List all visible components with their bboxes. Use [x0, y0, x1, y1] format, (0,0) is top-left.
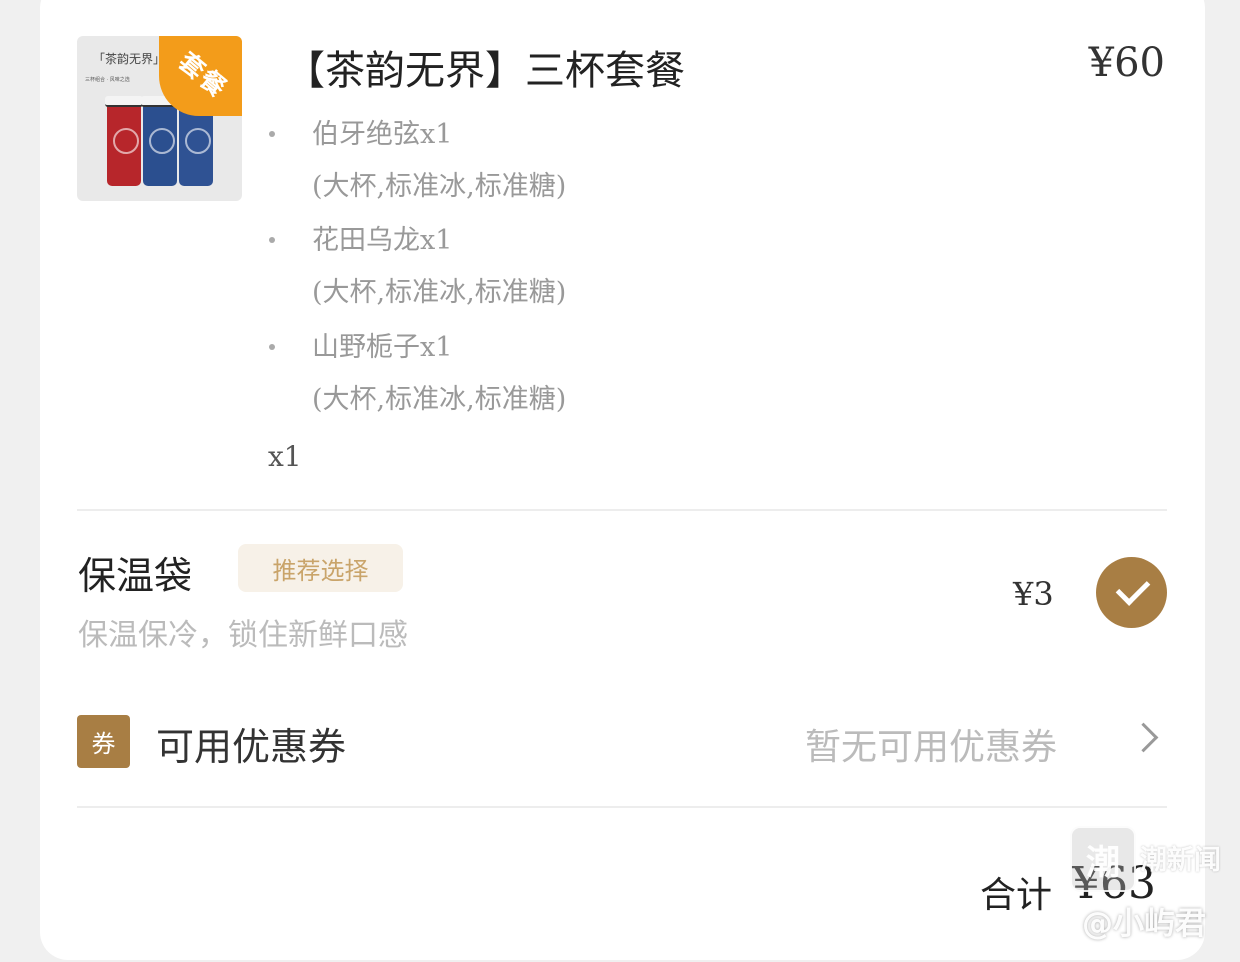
product-image-title: 「茶韵无界」: [93, 52, 166, 66]
insulated-bag-checkbox-icon[interactable]: [1096, 557, 1167, 628]
product-price: ¥60: [1088, 40, 1165, 86]
combo-badge: 套餐: [159, 36, 242, 116]
insulated-bag-title: 保温袋: [78, 554, 193, 598]
product-image-subtitle: 三杯组合 · 风味之选: [85, 77, 130, 83]
sub-item-name: 山野栀子x1: [312, 332, 453, 363]
watermark-logo-text: 潮: [1086, 842, 1120, 883]
insulated-bag-description: 保温保冷，锁住新鲜口感: [78, 618, 408, 653]
sub-item-options: (大杯,标准冰,标准糖): [312, 171, 567, 202]
divider: [77, 806, 1167, 808]
cup-blue-illustration: [141, 96, 179, 186]
divider: [77, 509, 1167, 511]
sub-item-options: (大杯,标准冰,标准糖): [312, 384, 567, 415]
recommended-tag: 推荐选择: [238, 544, 403, 592]
bullet-icon: [269, 131, 275, 137]
watermark-handle: @小屿君: [1082, 906, 1206, 942]
insulated-bag-price: ¥3: [1013, 575, 1054, 613]
total-label: 合计: [980, 875, 1053, 916]
coupon-icon-label: 券: [91, 730, 116, 758]
coupon-label[interactable]: 可用优惠券: [156, 716, 346, 771]
combo-badge-label: 套餐: [173, 46, 234, 104]
sub-item-name: 伯牙绝弦x1: [312, 119, 453, 150]
product-quantity: x1: [268, 440, 302, 473]
cup-red-illustration: [105, 96, 143, 186]
bullet-icon: [269, 237, 275, 243]
watermark-name: 潮新闻: [1140, 845, 1221, 876]
product-name: 【茶韵无界】三杯套餐: [285, 48, 685, 94]
bullet-icon: [269, 344, 275, 350]
sub-item-name: 花田乌龙x1: [312, 225, 453, 256]
coupon-status[interactable]: 暂无可用优惠券: [805, 718, 1057, 770]
watermark-logo-icon: 潮: [1070, 826, 1136, 892]
coupon-icon: 券: [77, 715, 130, 768]
sub-item-options: (大杯,标准冰,标准糖): [312, 277, 567, 308]
